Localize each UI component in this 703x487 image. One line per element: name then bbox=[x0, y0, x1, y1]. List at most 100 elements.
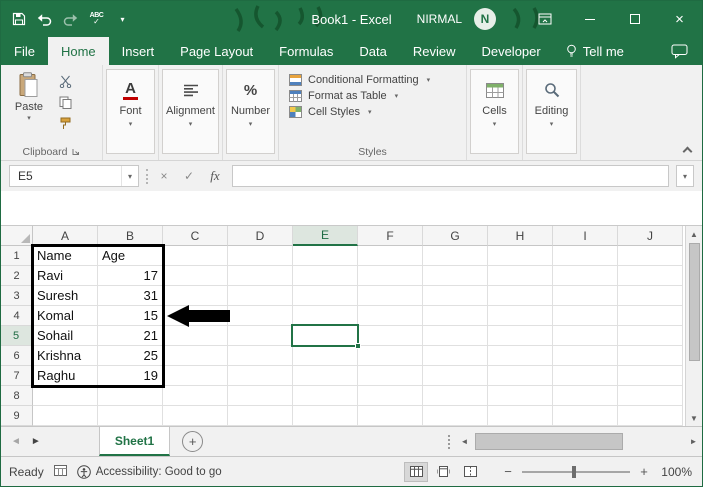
cell-I7[interactable] bbox=[553, 366, 618, 386]
cell-I5[interactable] bbox=[553, 326, 618, 346]
cell-J2[interactable] bbox=[618, 266, 683, 286]
cell-C3[interactable] bbox=[163, 286, 228, 306]
cell-I1[interactable] bbox=[553, 246, 618, 266]
tab-page-layout[interactable]: Page Layout bbox=[167, 37, 266, 65]
vertical-scrollbar[interactable]: ▲ ▼ bbox=[685, 226, 702, 426]
cell-G5[interactable] bbox=[423, 326, 488, 346]
zoom-in-icon[interactable]: + bbox=[638, 464, 650, 479]
zoom-out-icon[interactable]: − bbox=[502, 464, 514, 479]
cells-group-button[interactable]: Cells ▾ bbox=[470, 69, 519, 154]
normal-view-icon[interactable] bbox=[404, 462, 428, 482]
cell-F7[interactable] bbox=[358, 366, 423, 386]
cell-D3[interactable] bbox=[228, 286, 293, 306]
cell-H6[interactable] bbox=[488, 346, 553, 366]
expand-formula-bar-icon[interactable]: ▾ bbox=[676, 165, 694, 187]
scroll-left-icon[interactable]: ◄ bbox=[456, 427, 473, 456]
cell-I4[interactable] bbox=[553, 306, 618, 326]
row-header-3[interactable]: 3 bbox=[1, 286, 33, 306]
cell-I9[interactable] bbox=[553, 406, 618, 426]
name-box-dropdown-icon[interactable]: ▾ bbox=[121, 166, 138, 186]
cell-E4[interactable] bbox=[293, 306, 358, 326]
cell-H8[interactable] bbox=[488, 386, 553, 406]
cell-C4[interactable] bbox=[163, 306, 228, 326]
cell-J7[interactable] bbox=[618, 366, 683, 386]
close-button[interactable]: × bbox=[657, 1, 702, 37]
cell-B4[interactable]: 15 bbox=[98, 306, 163, 326]
cell-E3[interactable] bbox=[293, 286, 358, 306]
cancel-formula-icon[interactable]: × bbox=[155, 169, 173, 183]
number-group-button[interactable]: % Number ▾ bbox=[226, 69, 275, 154]
cell-F1[interactable] bbox=[358, 246, 423, 266]
cell-F8[interactable] bbox=[358, 386, 423, 406]
cell-D6[interactable] bbox=[228, 346, 293, 366]
cut-icon[interactable] bbox=[59, 75, 74, 88]
cell-B5[interactable]: 21 bbox=[98, 326, 163, 346]
tab-splitter-handle[interactable] bbox=[448, 435, 450, 449]
cell-A2[interactable]: Ravi bbox=[33, 266, 98, 286]
maximize-button[interactable] bbox=[612, 1, 657, 37]
cell-I8[interactable] bbox=[553, 386, 618, 406]
horizontal-scrollbar[interactable] bbox=[473, 427, 685, 456]
page-break-preview-icon[interactable] bbox=[458, 462, 482, 482]
column-header-B[interactable]: B bbox=[98, 226, 163, 246]
column-header-D[interactable]: D bbox=[228, 226, 293, 246]
comment-icon[interactable] bbox=[657, 37, 702, 65]
cell-G2[interactable] bbox=[423, 266, 488, 286]
cell-G7[interactable] bbox=[423, 366, 488, 386]
cell-C2[interactable] bbox=[163, 266, 228, 286]
zoom-slider[interactable] bbox=[522, 465, 630, 479]
scroll-up-icon[interactable]: ▲ bbox=[686, 226, 702, 242]
conditional-formatting-button[interactable]: Conditional Formatting ▾ bbox=[289, 74, 458, 86]
scroll-right-icon[interactable]: ► bbox=[685, 427, 702, 456]
cell-A7[interactable]: Raghu bbox=[33, 366, 98, 386]
zoom-slider-thumb[interactable] bbox=[572, 466, 576, 478]
scroll-down-icon[interactable]: ▼ bbox=[686, 410, 702, 426]
cell-H1[interactable] bbox=[488, 246, 553, 266]
sheet-tab-sheet1[interactable]: Sheet1 bbox=[99, 427, 170, 456]
cell-G3[interactable] bbox=[423, 286, 488, 306]
cell-F9[interactable] bbox=[358, 406, 423, 426]
page-layout-view-icon[interactable] bbox=[431, 462, 455, 482]
cell-G9[interactable] bbox=[423, 406, 488, 426]
name-box[interactable]: E5 ▾ bbox=[9, 165, 139, 187]
cell-H3[interactable] bbox=[488, 286, 553, 306]
cell-B8[interactable] bbox=[98, 386, 163, 406]
minimize-button[interactable] bbox=[567, 1, 612, 37]
avatar[interactable]: N bbox=[474, 8, 496, 30]
cell-C6[interactable] bbox=[163, 346, 228, 366]
cell-A3[interactable]: Suresh bbox=[33, 286, 98, 306]
cell-I2[interactable] bbox=[553, 266, 618, 286]
fill-handle[interactable] bbox=[355, 343, 361, 349]
column-header-G[interactable]: G bbox=[423, 226, 488, 246]
cell-C1[interactable] bbox=[163, 246, 228, 266]
column-header-I[interactable]: I bbox=[553, 226, 618, 246]
save-icon[interactable] bbox=[11, 10, 26, 28]
cell-J8[interactable] bbox=[618, 386, 683, 406]
collapse-ribbon-icon[interactable] bbox=[683, 145, 692, 154]
enter-formula-icon[interactable]: ✓ bbox=[180, 169, 198, 183]
previous-sheet-icon[interactable]: ◄ bbox=[11, 436, 21, 447]
cell-J3[interactable] bbox=[618, 286, 683, 306]
redo-icon[interactable] bbox=[63, 10, 78, 28]
cell-B6[interactable]: 25 bbox=[98, 346, 163, 366]
cell-C5[interactable] bbox=[163, 326, 228, 346]
cell-E2[interactable] bbox=[293, 266, 358, 286]
cell-E1[interactable] bbox=[293, 246, 358, 266]
user-name[interactable]: NIRMAL bbox=[417, 12, 462, 26]
cell-D4[interactable] bbox=[228, 306, 293, 326]
cell-E8[interactable] bbox=[293, 386, 358, 406]
cell-D5[interactable] bbox=[228, 326, 293, 346]
alignment-group-button[interactable]: Alignment ▾ bbox=[162, 69, 219, 154]
cell-H9[interactable] bbox=[488, 406, 553, 426]
tell-me-box[interactable]: Tell me bbox=[554, 37, 636, 65]
cell-G8[interactable] bbox=[423, 386, 488, 406]
cell-H7[interactable] bbox=[488, 366, 553, 386]
horizontal-scrollbar-thumb[interactable] bbox=[475, 433, 623, 450]
font-group-button[interactable]: A Font ▾ bbox=[106, 69, 155, 154]
cell-B9[interactable] bbox=[98, 406, 163, 426]
format-painter-icon[interactable] bbox=[59, 117, 74, 130]
cell-J6[interactable] bbox=[618, 346, 683, 366]
cell-B2[interactable]: 17 bbox=[98, 266, 163, 286]
row-header-4[interactable]: 4 bbox=[1, 306, 33, 326]
cell-F4[interactable] bbox=[358, 306, 423, 326]
